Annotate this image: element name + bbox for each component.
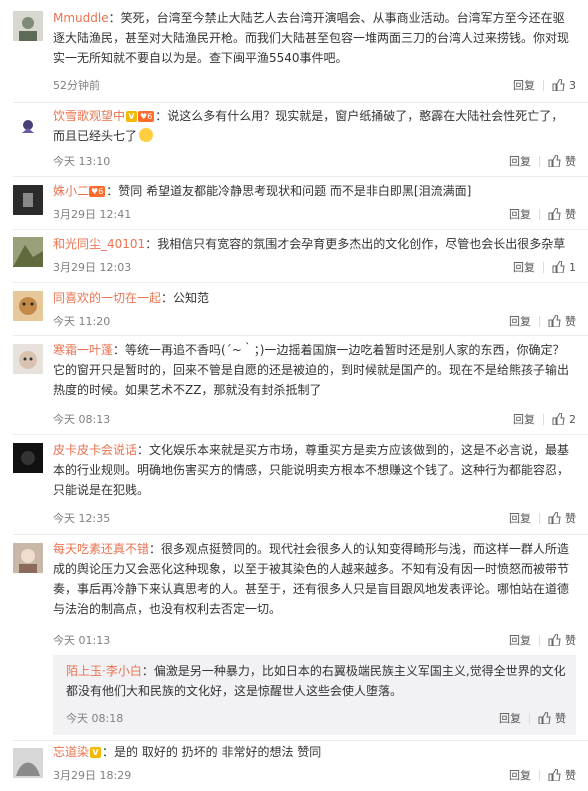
comment-actions: 回复 赞 bbox=[499, 710, 566, 726]
avatar[interactable] bbox=[13, 344, 43, 374]
reply-button[interactable]: 回复 bbox=[509, 767, 531, 783]
thumbs-up-icon bbox=[552, 79, 565, 91]
avatar[interactable] bbox=[13, 113, 43, 143]
thumbs-up-icon bbox=[538, 712, 551, 724]
reply-button[interactable]: 回复 bbox=[509, 632, 531, 648]
vip-badge-icon: ♥6 bbox=[89, 186, 106, 197]
timestamp: 3月29日 12:03 bbox=[53, 261, 132, 274]
comment-actions: 回复 3 bbox=[513, 77, 576, 93]
comment-actions: 回复 赞 bbox=[509, 206, 576, 222]
timestamp: 今天 12:35 bbox=[53, 512, 111, 525]
username[interactable]: 姝小二 bbox=[53, 184, 89, 198]
reply-button[interactable]: 回复 bbox=[509, 153, 531, 169]
timestamp: 今天 08:18 bbox=[66, 712, 124, 725]
like-button[interactable]: 2 bbox=[552, 413, 576, 426]
username[interactable]: 寒霜一叶蓬 bbox=[53, 343, 113, 357]
username[interactable]: 和光同尘_40101 bbox=[53, 237, 145, 251]
emoji-icon bbox=[139, 128, 154, 142]
divider bbox=[13, 176, 588, 177]
avatar[interactable] bbox=[13, 748, 43, 778]
username[interactable]: 同喜欢的一切在一起 bbox=[53, 291, 161, 305]
reply-button[interactable]: 回复 bbox=[509, 206, 531, 222]
avatar[interactable] bbox=[13, 443, 43, 473]
timestamp: 3月29日 18:29 bbox=[53, 769, 132, 782]
thumbs-up-icon bbox=[552, 261, 565, 273]
comment-text: Mmuddle：笑死，台湾至今禁止大陆艺人去台湾开演唱会、从事商业活动。台湾军方… bbox=[53, 11, 570, 65]
thumbs-up-icon bbox=[548, 315, 561, 327]
comment-actions: 回复 赞 bbox=[509, 632, 576, 648]
comment-actions: 回复 1 bbox=[513, 259, 576, 275]
like-button[interactable]: 赞 bbox=[548, 313, 576, 329]
timestamp: 52分钟前 bbox=[53, 79, 100, 92]
comment-text: 同喜欢的一切在一起：公知范 bbox=[53, 291, 210, 305]
like-button[interactable]: 赞 bbox=[538, 710, 566, 726]
thumbs-up-icon bbox=[548, 634, 561, 646]
avatar[interactable] bbox=[13, 291, 43, 321]
reply-button[interactable]: 回复 bbox=[509, 510, 531, 526]
comment-actions: 回复 赞 bbox=[509, 767, 576, 783]
avatar[interactable] bbox=[13, 543, 43, 573]
verified-v-icon: V bbox=[90, 747, 102, 758]
divider bbox=[13, 434, 588, 435]
verified-v-icon: V bbox=[126, 111, 138, 122]
thumbs-up-icon bbox=[548, 512, 561, 524]
avatar[interactable] bbox=[13, 237, 43, 267]
timestamp: 今天 08:13 bbox=[53, 413, 111, 426]
avatar[interactable] bbox=[13, 11, 43, 41]
like-button[interactable]: 3 bbox=[552, 79, 576, 92]
reply-button[interactable]: 回复 bbox=[513, 259, 535, 275]
divider bbox=[13, 534, 588, 535]
comment-actions: 回复 2 bbox=[513, 411, 576, 427]
comment-text: 寒霜一叶蓬：等统一再追不香吗(´~｀；)一边摇着国旗一边吃着暂时还是别人家的东西… bbox=[53, 343, 570, 397]
username[interactable]: 陌上玉·李小白 bbox=[66, 664, 142, 678]
reply-button[interactable]: 回复 bbox=[513, 77, 535, 93]
reply-button[interactable]: 回复 bbox=[513, 411, 535, 427]
like-button[interactable]: 赞 bbox=[548, 767, 576, 783]
comment-actions: 回复 赞 bbox=[509, 313, 576, 329]
like-button[interactable]: 赞 bbox=[548, 510, 576, 526]
comment-text: 每天吃素还真不错：很多观点挺赞同的。现代社会很多人的认知变得畸形与浅，而这样一群… bbox=[53, 542, 570, 616]
like-button[interactable]: 赞 bbox=[548, 153, 576, 169]
comment-actions: 回复 赞 bbox=[509, 510, 576, 526]
username[interactable]: 忘道染 bbox=[53, 745, 89, 759]
divider bbox=[13, 740, 588, 741]
timestamp: 3月29日 12:41 bbox=[53, 208, 132, 221]
divider bbox=[13, 282, 588, 283]
divider bbox=[13, 229, 588, 230]
like-button[interactable]: 1 bbox=[552, 261, 576, 274]
thumbs-up-icon bbox=[548, 155, 561, 167]
nested-reply: 陌上玉·李小白：偏激是另一种暴力，比如日本的右翼极端民族主义军国主义,觉得全世界… bbox=[53, 655, 576, 735]
username[interactable]: 皮卡皮卡会说话 bbox=[53, 443, 137, 457]
reply-button[interactable]: 回复 bbox=[509, 313, 531, 329]
thumbs-up-icon bbox=[548, 769, 561, 781]
timestamp: 今天 01:13 bbox=[53, 634, 111, 647]
comment-text: 皮卡皮卡会说话：文化娱乐本来就是买方市场，尊重买方是卖方应该做到的，这是不必言说… bbox=[53, 443, 570, 497]
thumbs-up-icon bbox=[548, 208, 561, 220]
avatar[interactable] bbox=[13, 185, 43, 215]
vip-badge-icon: ♥6 bbox=[138, 111, 155, 122]
timestamp: 今天 11:20 bbox=[53, 315, 111, 328]
timestamp: 今天 13:10 bbox=[53, 155, 111, 168]
comment-text: 和光同尘_40101：我相信只有宽容的氛围才会孕育更多杰出的文化创作，尽管也会长… bbox=[53, 237, 566, 251]
divider bbox=[13, 102, 588, 103]
username[interactable]: Mmuddle bbox=[53, 11, 109, 25]
reply-button[interactable]: 回复 bbox=[499, 710, 521, 726]
comment-text: 姝小二 ♥6 ：赞同 希望道友都能冷静思考现状和问题 而不是非白即黑[泪流满面] bbox=[53, 184, 472, 198]
comment-text: 忘道染 V ：是的 取好的 扔坏的 非常好的想法 赞同 bbox=[53, 745, 322, 759]
comment-text: 陌上玉·李小白：偏激是另一种暴力，比如日本的右翼极端民族主义军国主义,觉得全世界… bbox=[66, 664, 566, 698]
username[interactable]: 每天吃素还真不错 bbox=[53, 542, 149, 556]
username[interactable]: 饮雪歌观望中 bbox=[53, 109, 125, 123]
comment-actions: 回复 赞 bbox=[509, 153, 576, 169]
divider bbox=[13, 335, 588, 336]
comment-text: 饮雪歌观望中 V ♥6 ：说这么多有什么用？现实就是，窗户纸捅破了，憨霹在大陆社会性死… bbox=[53, 109, 564, 143]
thumbs-up-icon bbox=[552, 413, 565, 425]
like-button[interactable]: 赞 bbox=[548, 632, 576, 648]
like-button[interactable]: 赞 bbox=[548, 206, 576, 222]
